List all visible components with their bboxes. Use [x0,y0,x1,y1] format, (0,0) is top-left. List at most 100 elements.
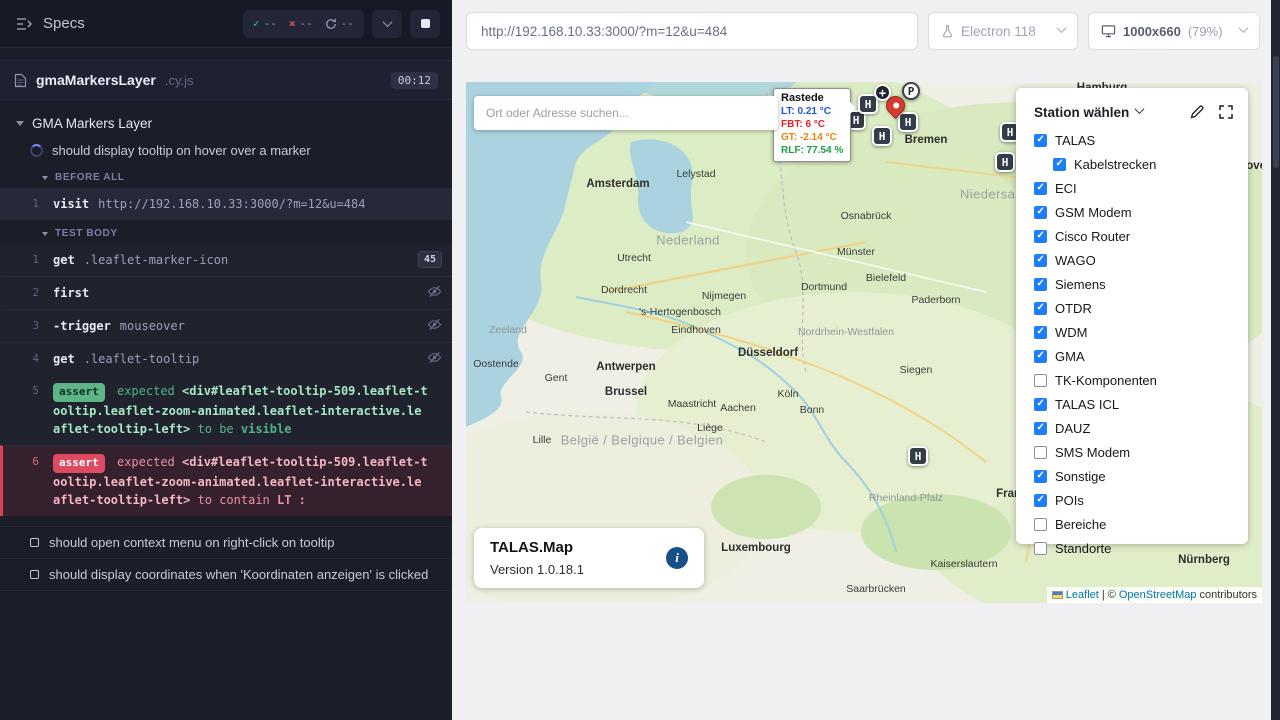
checkbox[interactable] [1034,350,1047,363]
station-filter-item[interactable]: GSM Modem [1034,205,1234,220]
map-label: Bremen [905,134,948,146]
station-filter-item[interactable]: WAGO [1034,253,1234,268]
station-filter-item[interactable]: Sonstige [1034,469,1234,484]
checkbox[interactable] [1034,422,1047,435]
command-row[interactable]: 4 get .leaflet-tooltip [0,342,452,375]
station-filter-item[interactable]: DAUZ [1034,421,1234,436]
assert-message: assert expected <div#leaflet-tooltip-509… [53,453,442,509]
command-row[interactable]: 3 -trigger mouseover [0,309,452,342]
map-label: Siegen [900,364,933,376]
viewport-selector[interactable]: 1000x660 (79%) [1088,12,1260,50]
test-body-commands: 1 get .leaflet-marker-icon 45 2 first [0,244,452,375]
station-marker-icon[interactable]: H [872,126,892,146]
station-filter-item[interactable]: WDM [1034,325,1234,340]
spec-file-row[interactable]: gmaMarkersLayer .cy.js 00:12 [0,60,452,100]
command-row[interactable]: 1 get .leaflet-marker-icon 45 [0,244,452,276]
command-number: 1 [3,195,53,213]
parking-marker-icon[interactable]: P [902,82,920,100]
station-filter-item[interactable]: TALAS [1034,133,1234,148]
collapse-tests-button[interactable] [372,10,402,38]
checkbox[interactable] [1034,470,1047,483]
plus-marker-icon[interactable]: + [874,84,891,101]
station-filter-item[interactable]: Siemens [1034,277,1234,292]
chevron-down-icon [1239,23,1249,33]
before-all-section[interactable]: BEFORE ALL [0,164,452,188]
checkbox[interactable] [1034,206,1047,219]
pending-test-title: should open context menu on right-click … [49,535,334,550]
stat-failed: ×-- [289,17,313,30]
command-row-visit[interactable]: 1 visit http://192.168.10.33:3000/?m=12&… [0,188,452,220]
checkbox[interactable] [1034,374,1047,387]
checkbox[interactable] [1034,494,1047,507]
station-select-dropdown[interactable]: Station wählen [1034,105,1143,120]
app-scrollbar[interactable] [1271,0,1280,720]
info-icon[interactable]: i [666,547,688,569]
station-filter-item[interactable]: Standorte [1034,541,1234,556]
aut-url-input[interactable]: http://192.168.10.33:3000/?m=12&u=484 [466,12,918,50]
command-row[interactable]: 2 first [0,276,452,309]
element-count-badge: 45 [418,251,442,268]
station-filter-item[interactable]: OTDR [1034,301,1234,316]
expand-icon [1218,104,1234,120]
station-marker-icon[interactable]: H [898,112,918,132]
map-label: Köln [777,388,798,400]
station-filter-item[interactable]: Kabelstrecken [1053,157,1234,172]
command-assert-failed[interactable]: 6 assert expected <div#leaflet-tooltip-5… [0,445,452,516]
suite-row[interactable]: GMA Markers Layer [0,110,452,137]
specs-menu-button[interactable]: Specs [16,15,85,32]
station-marker-icon[interactable]: H [908,446,928,466]
station-marker-icon[interactable]: H [995,152,1015,172]
cypress-reporter-panel: Specs ✓-- ×-- -- gmaMarkersLayer .cy.js … [0,0,452,720]
checkbox[interactable] [1034,182,1047,195]
command-assert-passed[interactable]: 5 assert expected <div#leaflet-tooltip-5… [0,375,452,445]
tooltip-value: GT: -2.14 °C [781,131,843,144]
station-filter-label: TALAS ICL [1055,397,1119,412]
checkbox[interactable] [1034,302,1047,315]
leaflet-link[interactable]: Leaflet [1066,589,1099,601]
command-args: mouseover [120,317,185,335]
checkbox[interactable] [1034,134,1047,147]
station-filter-label: Bereiche [1055,517,1106,532]
map-label: Düsseldorf [738,347,798,359]
leaflet-map[interactable]: Hamburg Bremen Hannover Niedersachsen Le… [466,82,1262,603]
station-filter-label: OTDR [1055,301,1092,316]
active-test-row[interactable]: should display tooltip on hover over a m… [0,137,452,164]
browser-selector[interactable]: Electron 118 [928,12,1078,50]
map-label: Antwerpen [596,361,655,373]
map-label: Münster [837,246,875,258]
checkbox[interactable] [1034,446,1047,459]
station-filter-item[interactable]: Bereiche [1034,517,1234,532]
checkbox[interactable] [1034,326,1047,339]
test-stats: ✓-- ×-- -- [243,10,364,38]
chevron-down-icon [382,17,392,27]
station-layer-panel: Station wählen [1016,88,1248,544]
station-filter-item[interactable]: Cisco Router [1034,229,1234,244]
station-filter-item[interactable]: TK-Komponenten [1034,373,1234,388]
command-args: http://192.168.10.33:3000/?m=12&u=484 [98,195,365,213]
station-filter-item[interactable]: POIs [1034,493,1234,508]
spec-name: gmaMarkersLayer [36,72,156,88]
checkbox[interactable] [1034,278,1047,291]
station-filter-item[interactable]: GMA [1034,349,1234,364]
checkbox[interactable] [1053,158,1066,171]
pending-test-row[interactable]: should display coordinates when 'Koordin… [0,559,452,591]
map-search-input[interactable] [474,96,778,130]
station-filter-item[interactable]: ECI [1034,181,1234,196]
checkbox[interactable] [1034,542,1047,555]
checkbox[interactable] [1034,230,1047,243]
openstreetmap-link[interactable]: OpenStreetMap [1119,589,1197,601]
map-label: Nijmegen [702,290,746,302]
scrollbar-thumb[interactable] [1273,56,1279,168]
pending-test-row[interactable]: should open context menu on right-click … [0,527,452,559]
stop-run-button[interactable] [410,10,440,38]
fullscreen-button[interactable] [1218,104,1234,120]
test-tree: GMA Markers Layer should display tooltip… [0,100,452,591]
station-filter-item[interactable]: SMS Modem [1034,445,1234,460]
checkbox[interactable] [1034,398,1047,411]
aut-toolbar: http://192.168.10.33:3000/?m=12&u=484 El… [452,0,1280,62]
checkbox[interactable] [1034,254,1047,267]
test-body-section[interactable]: TEST BODY [0,220,452,244]
checkbox[interactable] [1034,518,1047,531]
station-filter-item[interactable]: TALAS ICL [1034,397,1234,412]
edit-button[interactable] [1189,104,1205,120]
